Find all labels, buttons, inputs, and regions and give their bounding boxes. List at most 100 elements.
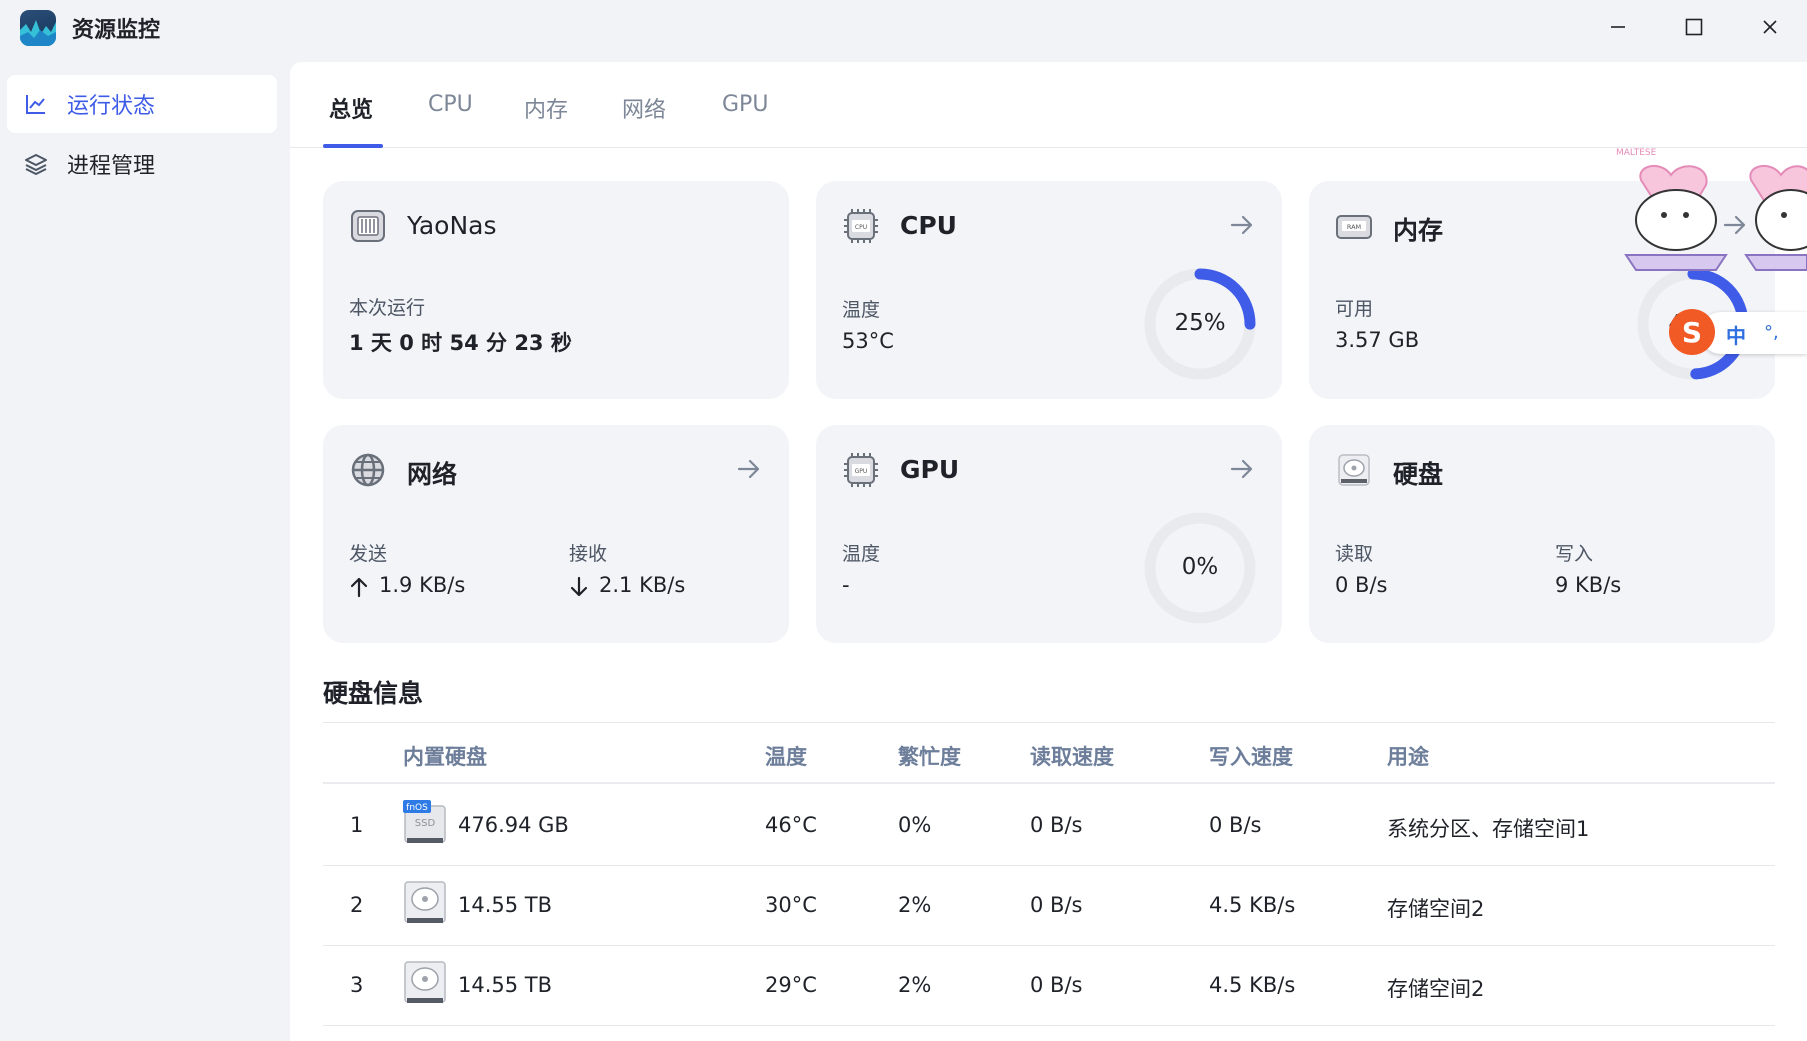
memory-available-value: 3.57 GB	[1335, 328, 1420, 352]
row-index: 1	[350, 813, 364, 837]
tab-network[interactable]: 网络	[622, 92, 666, 148]
disk-temp: 46°C	[765, 813, 817, 837]
column-header[interactable]: 写入速度	[1209, 741, 1293, 771]
sticker-text: MALTESE	[1616, 148, 1657, 158]
column-header[interactable]: 繁忙度	[898, 741, 961, 771]
disk-size: 14.55 TB	[458, 973, 553, 997]
disk-read-speed: 0 B/s	[1030, 893, 1083, 917]
cpu-card-title: CPU	[900, 211, 957, 240]
sidebar-item-label: 进程管理	[67, 154, 156, 179]
ssd-badge-text: fnOS	[406, 803, 428, 813]
close-button[interactable]	[1750, 10, 1790, 44]
disk-read-value: 0 B/s	[1335, 573, 1388, 597]
row-index: 3	[350, 973, 364, 997]
gpu-usage-text: 0%	[1181, 554, 1219, 580]
system-card: YaoNas 本次运行 1 天 0 时 54 分 23 秒	[323, 181, 789, 399]
column-header[interactable]: 用途	[1387, 741, 1429, 771]
disk-read-label: 读取	[1335, 543, 1374, 565]
minimize-button[interactable]	[1598, 10, 1638, 44]
table-row[interactable]: 3 14.55 TB 29°C 2% 0 B/s 4.5 KB/s 存储空间2	[323, 946, 1775, 1026]
gpu-temp-label: 温度	[842, 543, 881, 565]
disk-write-speed: 0 B/s	[1209, 813, 1262, 837]
disk-card: 硬盘 读取 0 B/s 写入 9 KB/s	[1309, 425, 1775, 643]
sidebar-item-status[interactable]: 运行状态	[7, 75, 277, 133]
arrow-down-icon	[570, 576, 588, 597]
disk-usage: 系统分区、存储空间1	[1387, 817, 1590, 841]
sidebar-item-label: 运行状态	[67, 94, 156, 119]
arrow-right-icon[interactable]	[735, 455, 763, 483]
svg-text:S: S	[1682, 316, 1702, 349]
network-card-title: 网络	[407, 460, 458, 489]
column-header[interactable]: 内置硬盘	[403, 741, 487, 771]
disk-read-speed: 0 B/s	[1030, 813, 1083, 837]
disk-temp: 29°C	[765, 973, 817, 997]
disk-write-label: 写入	[1555, 543, 1594, 565]
memory-card-title: 内存	[1393, 216, 1444, 245]
disk-busy: 0%	[898, 813, 932, 837]
disk-write-value: 9 KB/s	[1555, 573, 1622, 597]
ime-mode-label[interactable]: 中	[1726, 320, 1746, 349]
arrow-right-icon[interactable]	[1228, 455, 1256, 483]
tab-active-indicator	[323, 144, 383, 148]
sogou-logo-icon: S	[1669, 309, 1715, 355]
disk-temp: 30°C	[765, 893, 817, 917]
network-card[interactable]: 网络 发送 1.9 KB/s 接收 2.1 KB/s	[323, 425, 789, 643]
ssd-icon: fnOS SSD	[403, 800, 446, 843]
network-send-value: 1.9 KB/s	[379, 573, 466, 597]
tab-cpu[interactable]: CPU	[428, 92, 473, 148]
network-receive-value: 2.1 KB/s	[599, 573, 686, 597]
hdd-icon	[404, 881, 446, 923]
minimize-icon	[1611, 26, 1625, 28]
network-send-label: 发送	[349, 543, 388, 565]
gpu-card[interactable]: GPU GPU 温度 - 0%	[816, 425, 1282, 643]
column-header[interactable]: 温度	[765, 741, 807, 771]
svg-text:RAM: RAM	[1347, 223, 1361, 231]
app-title: 资源监控	[72, 18, 161, 43]
table-header: 内置硬盘 温度 繁忙度 读取速度 写入速度 用途	[323, 722, 1775, 784]
table-row[interactable]: 2 14.55 TB 30°C 2% 0 B/s 4.5 KB/s 存储空间2	[323, 866, 1775, 946]
line-chart-icon	[23, 91, 49, 117]
maximize-button[interactable]	[1674, 10, 1714, 44]
tab-gpu[interactable]: GPU	[722, 92, 768, 148]
system-name: YaoNas	[407, 211, 497, 240]
sidebar-item-processes[interactable]: 进程管理	[7, 135, 277, 193]
server-icon	[351, 210, 385, 242]
svg-text:GPU: GPU	[855, 468, 868, 475]
cpu-temp-label: 温度	[842, 299, 881, 321]
uptime-value: 1 天 0 时 54 分 23 秒	[349, 331, 572, 355]
arrow-up-icon	[350, 577, 368, 598]
disk-write-speed: 4.5 KB/s	[1209, 893, 1296, 917]
memory-available-label: 可用	[1335, 298, 1374, 320]
layers-icon	[23, 151, 49, 177]
cpu-usage-text: 25%	[1174, 310, 1226, 336]
svg-text:CPU: CPU	[855, 224, 867, 231]
close-icon	[1763, 20, 1777, 34]
column-header[interactable]: 读取速度	[1030, 741, 1114, 771]
tab-bar: 总览 CPU 内存 网络 GPU	[290, 62, 1807, 148]
ime-punctuation-icon[interactable]: °,	[1764, 322, 1779, 343]
hdd-icon	[404, 961, 446, 1003]
gpu-chip-icon: GPU	[844, 453, 878, 487]
disk-usage: 存储空间2	[1387, 897, 1485, 921]
maximize-icon	[1685, 18, 1703, 36]
disk-size: 14.55 TB	[458, 893, 553, 917]
main-panel: 总览 CPU 内存 网络 GPU YaoNas 本次运行 1 天 0 时 54 …	[290, 62, 1807, 1041]
disk-usage: 存储空间2	[1387, 977, 1485, 1001]
network-receive-label: 接收	[569, 543, 608, 565]
cpu-chip-icon: CPU	[844, 209, 878, 243]
cpu-card[interactable]: CPU CPU 温度 53°C 25%	[816, 181, 1282, 399]
cpu-temp-value: 53°C	[842, 329, 894, 353]
globe-icon	[351, 453, 385, 487]
gpu-temp-value: -	[842, 573, 850, 597]
disk-info-title: 硬盘信息	[323, 679, 424, 708]
ime-toolbar[interactable]: S 中 °,	[1669, 309, 1807, 355]
arrow-right-icon[interactable]	[1228, 211, 1256, 239]
row-index: 2	[350, 893, 364, 917]
app-logo-icon	[20, 10, 56, 46]
disk-card-title: 硬盘	[1393, 460, 1444, 489]
table-row[interactable]: 1 fnOS SSD 476.94 GB 46°C 0% 0 B/s 0 B/s…	[323, 786, 1775, 866]
tab-overview[interactable]: 总览	[329, 92, 373, 148]
tab-memory[interactable]: 内存	[524, 92, 568, 148]
disk-busy: 2%	[898, 893, 932, 917]
ssd-label-text: SSD	[415, 818, 436, 829]
